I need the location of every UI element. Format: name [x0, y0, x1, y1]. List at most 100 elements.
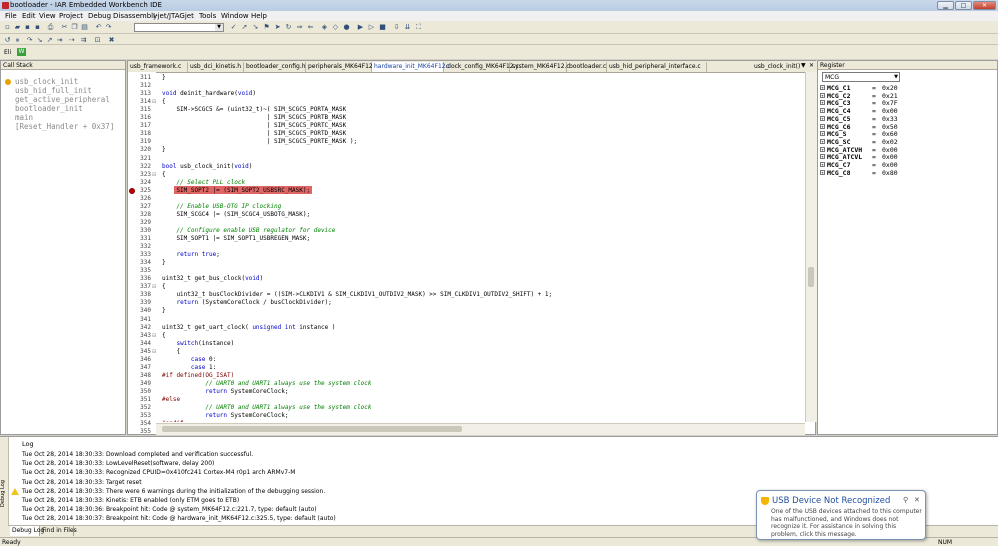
tab-usb-dci-kinetis[interactable]: usb_dci_kinetis.h	[188, 62, 244, 72]
close-icon[interactable]: ✕	[914, 496, 920, 504]
menu-ijet[interactable]: I-jet/JTAGjet	[153, 12, 194, 20]
stop-debug-icon[interactable]: ✖	[107, 36, 116, 45]
debug-icon[interactable]: ▶	[356, 23, 365, 32]
save-icon[interactable]: ▪	[23, 23, 32, 32]
scroll-thumb[interactable]	[808, 267, 814, 287]
nav-back-icon[interactable]: ⇐	[306, 23, 315, 32]
debug-nodownload-icon[interactable]: ▷	[367, 23, 376, 32]
expand-icon[interactable]: +	[820, 154, 825, 160]
expand-icon[interactable]: +	[820, 146, 825, 152]
function-combo[interactable]: usb_clock_init()	[754, 62, 802, 71]
compile-icon[interactable]: ◈	[320, 23, 329, 32]
status-badge[interactable]: W	[17, 48, 26, 56]
tab-usb-hid-peripheral[interactable]: usb_hid_peripheral_interface.c	[607, 62, 707, 72]
go-icon[interactable]: ➤	[273, 23, 282, 32]
scroll-thumb[interactable]	[162, 426, 462, 432]
bookmark-icon[interactable]: ⚑	[262, 23, 271, 32]
undo-icon[interactable]: ↶	[94, 23, 103, 32]
tab-bootloader[interactable]: bootloader.c	[567, 62, 607, 72]
new-icon[interactable]: ▫	[3, 23, 12, 32]
step-into-icon[interactable]: ↘	[35, 36, 44, 45]
menu-help[interactable]: Help	[251, 12, 267, 20]
call-stack-item[interactable]: main	[15, 113, 33, 122]
step-over-icon[interactable]: ↷	[25, 36, 34, 45]
open-icon[interactable]: ▰	[13, 23, 22, 32]
code-area[interactable]: } void deinit_hardware(void){ SIM->SCGC5 …	[128, 72, 805, 422]
goto-icon[interactable]: ⇒	[295, 23, 304, 32]
chevron-down-icon[interactable]: ▼	[894, 73, 898, 82]
expand-icon[interactable]: +	[820, 138, 825, 144]
expand-icon[interactable]: +	[820, 162, 825, 167]
breakpoint-icon[interactable]: ●	[342, 23, 351, 32]
log-side-tab[interactable]: Debug Log	[0, 437, 9, 537]
maximize-button[interactable]: □	[955, 1, 972, 10]
save-all-icon[interactable]: ▪	[33, 23, 42, 32]
menu-debug[interactable]: Debug	[88, 12, 111, 20]
find-prev-icon[interactable]: ➘	[251, 23, 260, 32]
break-icon[interactable]: ⏸	[13, 36, 22, 45]
expand-icon[interactable]: +	[820, 169, 825, 175]
chevron-down-icon[interactable]: ▼	[801, 62, 806, 69]
call-stack-item[interactable]: bootloader_init	[15, 104, 83, 113]
expand-icon[interactable]: +	[820, 92, 825, 98]
expand-icon[interactable]: +	[820, 131, 825, 137]
menu-edit[interactable]: Edit	[22, 12, 36, 20]
make-icon[interactable]: ◇	[331, 23, 340, 32]
expand-icon[interactable]: +	[820, 123, 825, 129]
call-stack-item[interactable]: [Reset_Handler + 0x37]	[15, 122, 114, 131]
expand-icon[interactable]: +	[820, 100, 825, 106]
print-icon[interactable]: ⎙	[46, 23, 55, 32]
reset-icon[interactable]: ↺	[3, 36, 12, 45]
menu-disassembly[interactable]: Disassembly	[113, 12, 157, 20]
code-line: return SystemCoreClock;	[205, 412, 289, 420]
find-icon[interactable]: ✓	[229, 23, 238, 32]
next-statement-icon[interactable]: ⇥	[55, 36, 64, 45]
menu-view[interactable]: View	[39, 12, 56, 20]
tab-debug-log[interactable]: Debug Log	[10, 526, 44, 536]
search-combo[interactable]: ▼	[134, 23, 224, 32]
menu-project[interactable]: Project	[59, 12, 83, 20]
download-icon[interactable]: ⇩	[392, 23, 401, 32]
attach-icon[interactable]: ⛶	[414, 23, 423, 32]
usb-notification[interactable]: USB Device Not Recognized ⚲ ✕ One of the…	[756, 490, 926, 540]
expand-icon[interactable]: +	[820, 85, 825, 90]
register-group-select[interactable]: MCG ▼	[822, 72, 900, 82]
expand-icon[interactable]: +	[820, 115, 825, 121]
stop-build-icon[interactable]: ■	[378, 23, 387, 32]
find-next-icon[interactable]: ➚	[240, 23, 249, 32]
register-row[interactable]: + MCG_C8 = 0x80	[820, 169, 995, 177]
chevron-down-icon[interactable]: ▼	[215, 24, 223, 31]
register-value[interactable]: 0x80	[882, 169, 898, 177]
horizontal-scrollbar[interactable]	[156, 423, 805, 435]
tab-usb-framework[interactable]: usb_framework.c	[128, 62, 188, 72]
go-icon[interactable]: ⇉	[79, 36, 88, 45]
macro-icon[interactable]: ⊡	[93, 36, 102, 45]
close-tab-icon[interactable]: ✕	[809, 62, 814, 69]
expand-icon[interactable]: +	[820, 108, 825, 114]
tab-bootloader-config[interactable]: bootloader_config.h	[244, 62, 306, 72]
menu-tools[interactable]: Tools	[199, 12, 216, 20]
menu-window[interactable]: Window	[221, 12, 249, 20]
step-out-icon[interactable]: ↗	[45, 36, 54, 45]
copy-icon[interactable]: ❐	[70, 23, 79, 32]
minimize-button[interactable]: ▁	[937, 1, 954, 10]
tab-system[interactable]: system_MK64F12.c	[510, 62, 570, 72]
call-stack-item[interactable]: get_active_peripheral	[15, 95, 110, 104]
download-debug-icon[interactable]: ⇊	[403, 23, 412, 32]
tab-find-in-files[interactable]: Find in Files	[40, 526, 77, 536]
redo-icon[interactable]: ↷	[104, 23, 113, 32]
vertical-scrollbar[interactable]	[805, 72, 817, 422]
close-button[interactable]: ✕	[973, 1, 996, 10]
paste-icon[interactable]: ▤	[80, 23, 89, 32]
options-icon[interactable]: ⚲	[903, 496, 908, 504]
notification-body[interactable]: One of the USB devices attached to this …	[771, 508, 923, 538]
call-stack-item[interactable]: usb_clock_init	[15, 77, 78, 86]
cut-icon[interactable]: ✂	[60, 23, 69, 32]
menu-file[interactable]: File	[5, 12, 17, 20]
run-to-cursor-icon[interactable]: ⇢	[67, 36, 76, 45]
tab-clock-config[interactable]: clock_config_MK64F12.c	[444, 62, 519, 72]
toggle-icon[interactable]: ↻	[284, 23, 293, 32]
tab-peripherals[interactable]: peripherals_MK64F12.c	[306, 62, 378, 72]
call-stack-item[interactable]: usb_hid_full_init	[15, 86, 92, 95]
tab-hardware-init[interactable]: hardware_init_MK64F12.c	[372, 62, 451, 72]
